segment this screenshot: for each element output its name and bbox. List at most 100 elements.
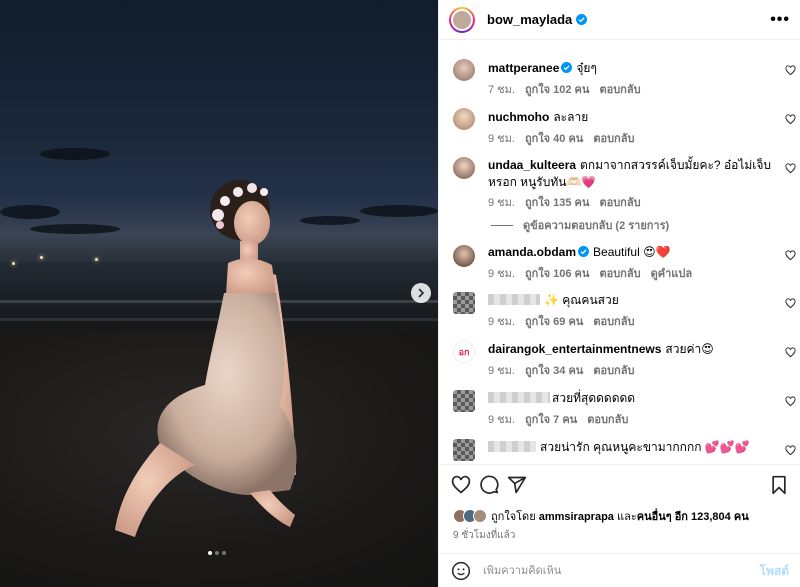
comment-meta: 9 ชม. ถูกใจ 7 คน ตอบกลับ — [488, 410, 638, 428]
post-comment-button[interactable]: โพสต์ — [760, 562, 789, 581]
comment-meta: 9 ชม. ถูกใจ 40 คน ตอบกลับ — [488, 129, 644, 147]
reply-button[interactable]: ตอบกลับ — [599, 84, 640, 96]
shore-light — [95, 258, 98, 261]
comment-likes[interactable]: ถูกใจ 7 คน — [525, 414, 577, 426]
comment-username[interactable]: undaa_kulteera — [488, 158, 576, 172]
heart-icon[interactable] — [785, 114, 796, 125]
blurred-username — [488, 441, 536, 452]
avatar[interactable] — [449, 6, 475, 33]
liked-by-prefix: ถูกใจโดย — [491, 511, 536, 523]
liked-by-text: ถูกใจโดย ammsiraprapa และคนอื่นๆ อีก 123… — [491, 507, 749, 525]
reply-button[interactable]: ตอบกลับ — [593, 133, 634, 145]
comment-likes[interactable]: ถูกใจ 34 คน — [525, 365, 583, 377]
view-replies-button[interactable]: ดูข้อความตอบกลับ (2 รายการ) — [491, 216, 669, 234]
share-icon[interactable] — [507, 475, 527, 495]
comment-time: 9 ชม. — [488, 268, 515, 280]
more-icon[interactable]: ••• — [770, 11, 790, 29]
comment-likes[interactable]: ถูกใจ 69 คน — [525, 316, 583, 328]
heart-icon[interactable] — [785, 163, 796, 174]
comment-likes[interactable]: ถูกใจ 102 คน — [525, 84, 589, 96]
comment-time: 9 ชม. — [488, 414, 515, 426]
shore-light — [12, 262, 15, 265]
comment-meta: 9 ชม. ถูกใจ 69 คน ตอบกลับ — [488, 312, 644, 330]
comment-text: จุ๋ยๆ — [576, 61, 597, 75]
verified-icon — [561, 62, 573, 73]
comment-text: ✨ คุณคนสวย — [544, 293, 619, 307]
comment-likes[interactable]: ถูกใจ 106 คน — [525, 268, 589, 280]
heart-icon[interactable] — [785, 396, 796, 407]
chevron-right-icon — [418, 288, 425, 298]
post-photo[interactable] — [0, 0, 438, 587]
comment-username[interactable]: amanda.obdam — [488, 245, 576, 259]
avatar[interactable] — [453, 59, 475, 81]
comment-body: amanda.obdam Beautiful 😍❤️ — [488, 244, 778, 261]
liked-by-middle: และ — [616, 511, 637, 523]
liked-by-user[interactable]: ammsiraprapa — [539, 511, 614, 523]
comment-username[interactable]: dairangok_entertainmentnews — [488, 342, 661, 356]
post-sidebar: bow_maylada ••• mattperanee จุ๋ยๆ 7 ชม. ถู… — [438, 0, 800, 587]
comment-body: undaa_kulteera ตกมาจากสวรรค์เจ็บมั้ยคะ? อ… — [488, 157, 778, 191]
carousel-dot — [222, 551, 226, 555]
blurred-username — [488, 392, 550, 403]
model-figure — [115, 180, 297, 537]
avatar[interactable]: อก — [453, 341, 475, 363]
carousel-next-button[interactable] — [411, 283, 431, 303]
add-comment-bar: โพสต์ — [439, 553, 800, 587]
comment-meta: 9 ชม. ถูกใจ 106 คน ตอบกลับ ดูคำแปล — [488, 264, 702, 282]
liked-by-others[interactable]: คนอื่นๆ อีก 123,804 คน — [637, 511, 749, 523]
emoji-icon[interactable] — [451, 561, 471, 581]
verified-icon — [578, 246, 590, 257]
carousel-dot — [215, 551, 219, 555]
heart-icon[interactable] — [785, 445, 796, 456]
avatar[interactable] — [453, 108, 475, 130]
reply-button[interactable]: ตอบกลับ — [599, 268, 640, 280]
shore-light — [40, 256, 43, 259]
comment-icon[interactable] — [479, 475, 499, 495]
avatar[interactable] — [453, 292, 475, 314]
comment-likes[interactable]: ถูกใจ 40 คน — [525, 133, 583, 145]
reply-button[interactable]: ตอบกลับ — [593, 316, 634, 328]
see-translation-button[interactable]: ดูคำแปล — [651, 268, 693, 280]
reply-button[interactable]: ตอบกลับ — [593, 365, 634, 377]
heart-icon[interactable] — [785, 250, 796, 261]
avatar[interactable] — [453, 157, 475, 179]
comment-meta: 7 ชม. ถูกใจ 102 คน ตอบกลับ — [488, 80, 651, 98]
heart-icon[interactable] — [785, 347, 796, 358]
bookmark-icon[interactable] — [769, 475, 789, 495]
cloud — [0, 205, 60, 219]
reply-button[interactable]: ตอบกลับ — [599, 197, 640, 209]
heart-icon[interactable] — [451, 475, 471, 495]
post-time[interactable]: 9 ชั่วโมงที่แล้ว — [453, 528, 515, 543]
avatar[interactable] — [453, 439, 475, 461]
verified-icon — [576, 14, 588, 25]
comment-body: สวยที่สุดดดดดด — [488, 390, 778, 407]
comment-time: 9 ชม. — [488, 316, 515, 328]
post-header: bow_maylada ••• — [439, 0, 800, 40]
comment-username[interactable]: nuchmoho — [488, 110, 549, 124]
cloud — [360, 205, 438, 217]
carousel-dot — [208, 551, 212, 555]
comment-list: mattperanee จุ๋ยๆ 7 ชม. ถูกใจ 102 คน ตอบกลั… — [439, 41, 800, 464]
liked-by: ถูกใจโดย ammsiraprapa และคนอื่นๆ อีก 123… — [453, 507, 749, 525]
heart-icon[interactable] — [785, 298, 796, 309]
comment-body: ✨ คุณคนสวย — [488, 292, 778, 309]
reply-button[interactable]: ตอบกลับ — [587, 414, 628, 426]
blurred-username — [488, 294, 540, 305]
comment-body: mattperanee จุ๋ยๆ — [488, 60, 778, 77]
comment-username[interactable]: mattperanee — [488, 61, 559, 75]
avatar[interactable] — [453, 245, 475, 267]
comment-time: 9 ชม. — [488, 133, 515, 145]
avatar[interactable] — [453, 390, 475, 412]
post-actions: ถูกใจโดย ammsiraprapa และคนอื่นๆ อีก 123… — [439, 464, 800, 587]
carousel-dots — [208, 551, 226, 555]
comment-likes[interactable]: ถูกใจ 135 คน — [525, 197, 589, 209]
comment-input[interactable] — [483, 565, 760, 577]
post-username[interactable]: bow_maylada — [487, 12, 572, 27]
cloud — [40, 148, 110, 160]
comment-text: Beautiful 😍❤️ — [593, 245, 671, 259]
comment-text: สวยค่า😍 — [665, 342, 714, 356]
comment-time: 9 ชม. — [488, 365, 515, 377]
heart-icon[interactable] — [785, 65, 796, 76]
view-replies-label: ดูข้อความตอบกลับ (2 รายการ) — [523, 220, 670, 232]
avatar — [473, 509, 487, 523]
